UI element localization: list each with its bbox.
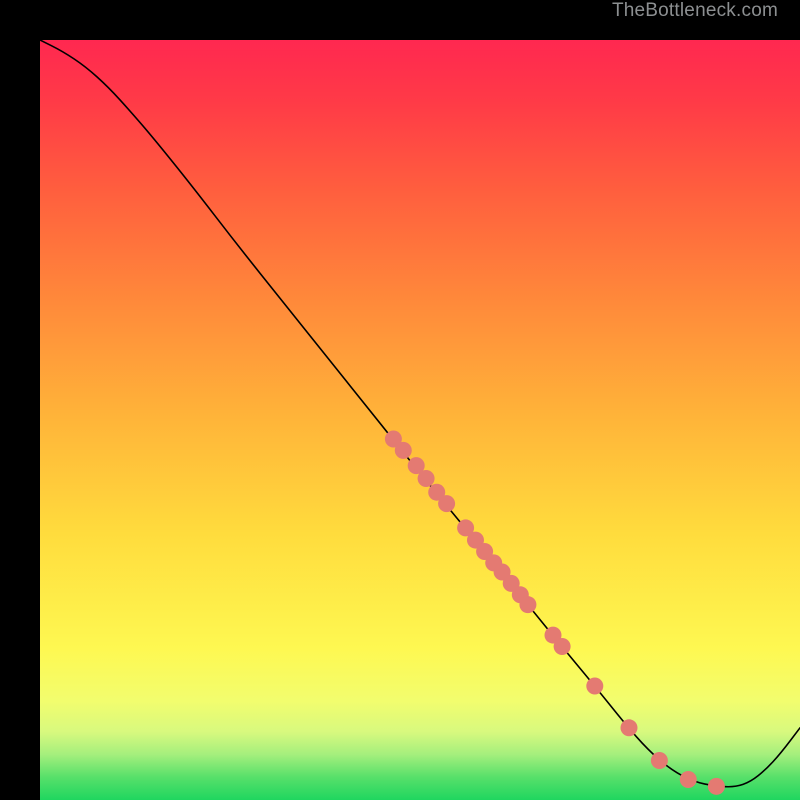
data-marker — [586, 678, 603, 695]
chart-frame — [20, 20, 780, 780]
bottleneck-chart — [40, 40, 800, 800]
data-marker — [519, 596, 536, 613]
data-marker — [438, 495, 455, 512]
data-marker — [680, 771, 697, 788]
chart-background — [40, 40, 800, 800]
data-marker — [418, 470, 435, 487]
data-marker — [651, 752, 668, 769]
data-marker — [395, 442, 412, 459]
watermark-label: TheBottleneck.com — [612, 0, 778, 22]
data-marker — [554, 638, 571, 655]
data-marker — [708, 778, 725, 795]
data-marker — [621, 719, 638, 736]
